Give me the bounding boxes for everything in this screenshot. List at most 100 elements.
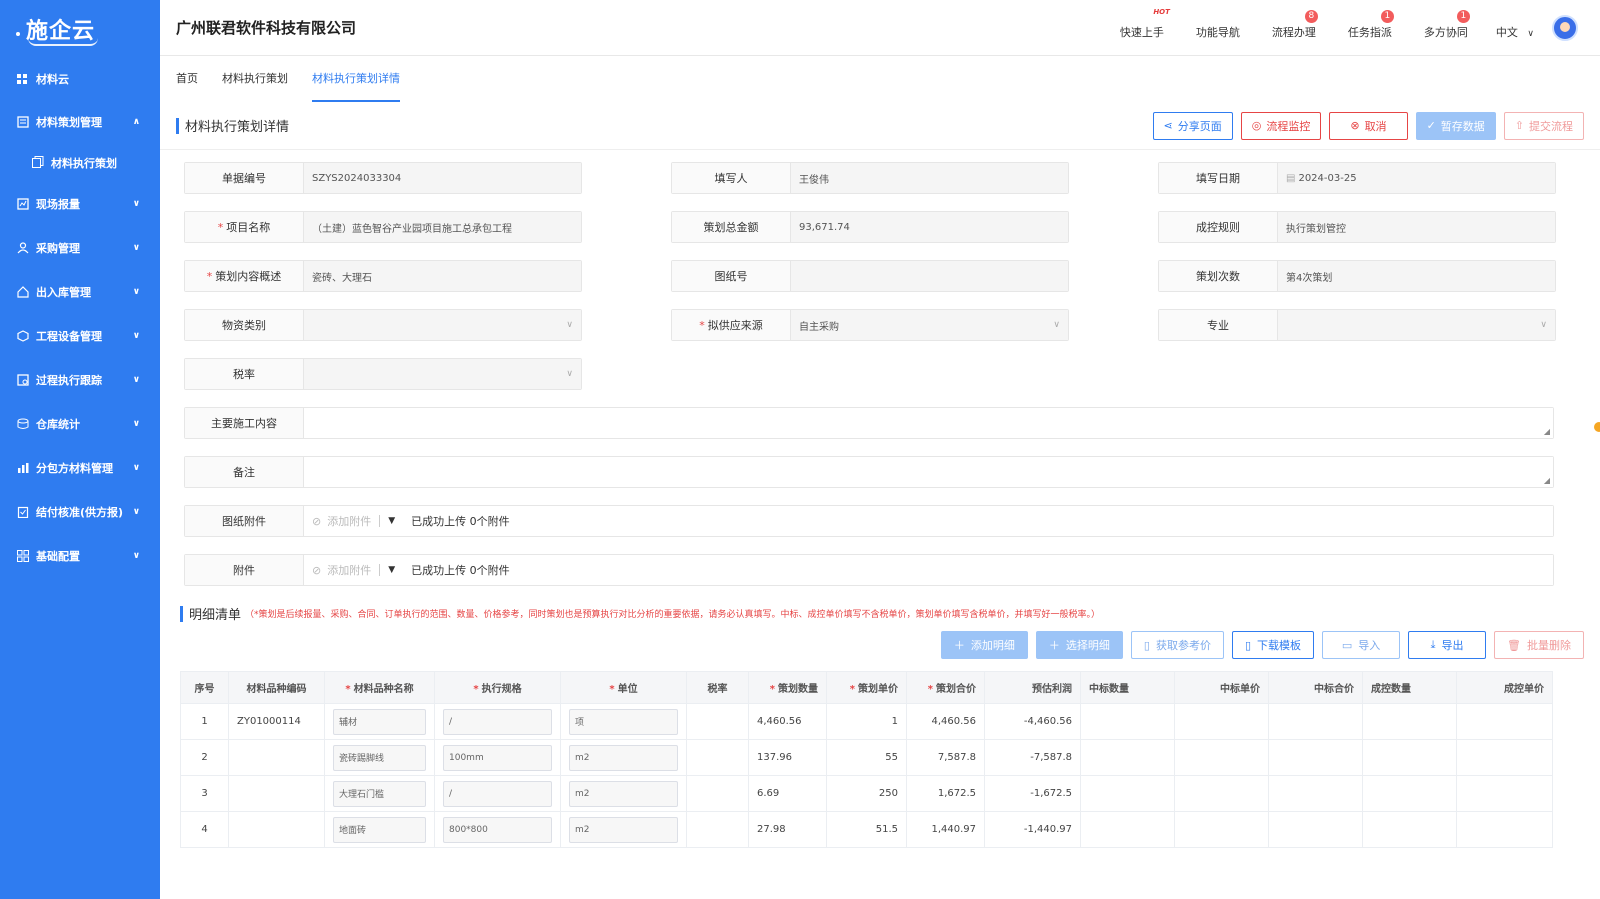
cancel-button[interactable]: ⊗ 取消: [1329, 111, 1408, 140]
drawing-no-input[interactable]: [791, 261, 1068, 291]
process-link[interactable]: 8 流程办理: [1272, 9, 1318, 40]
task-assign-label: 任务指派: [1347, 25, 1392, 39]
unit-input[interactable]: m2: [569, 744, 678, 771]
sidebar-item-plan-management[interactable]: 材料策划管理 ∧: [0, 100, 160, 144]
chart-icon: [16, 462, 29, 475]
table-row: 2 瓷砖踢脚线 100mm m2 137.96 55 7,587.8 -7,58…: [180, 739, 1553, 776]
sidebar-item-exec-plan[interactable]: 材料执行策划: [0, 144, 160, 182]
add-label: 添加明细: [970, 639, 1015, 652]
resize-grip-icon[interactable]: ◢: [1544, 427, 1550, 436]
sidebar-item-base-config[interactable]: 基础配置 ∨: [0, 534, 160, 578]
attach-button[interactable]: ⊘ 添加附件: [312, 513, 371, 529]
unit-input[interactable]: m2: [569, 816, 678, 843]
caret-down-icon[interactable]: ▼: [388, 516, 395, 526]
cell-price[interactable]: 51.5: [826, 811, 907, 848]
sidebar-item-purchase[interactable]: 采购管理 ∨: [0, 226, 160, 270]
cell-qty[interactable]: 27.98: [748, 811, 827, 848]
rule-value: 执行策划管控: [1278, 212, 1555, 242]
sidebar-item-equipment[interactable]: 工程设备管理 ∨: [0, 314, 160, 358]
cell-amount: 1,672.5: [906, 775, 985, 812]
spec-input[interactable]: /: [443, 708, 552, 735]
chevron-down-icon: ∨: [132, 507, 140, 517]
sidebar-item-warehouse-io[interactable]: 出入库管理 ∨: [0, 270, 160, 314]
tab-home[interactable]: 首页: [176, 56, 198, 102]
cell-qty[interactable]: 4,460.56: [748, 703, 827, 740]
main-content-textarea[interactable]: ◢: [304, 408, 1553, 438]
spec-input[interactable]: 800*800: [443, 816, 552, 843]
source-select[interactable]: 自主采购 ∨: [791, 310, 1068, 340]
tab-exec-plan[interactable]: 材料执行策划: [222, 56, 288, 102]
get-ref-price-button[interactable]: ▯ 获取参考价: [1130, 631, 1224, 659]
attach-button[interactable]: ⊘ 添加附件: [312, 562, 371, 578]
cell-cost-price: [1456, 811, 1553, 848]
quick-start-link[interactable]: HOT 快速上手: [1120, 8, 1170, 40]
field-label: 策划总金额: [672, 212, 791, 242]
flow-monitor-button[interactable]: ◎ 流程监控: [1240, 111, 1322, 140]
monitor-icon: ◎: [1251, 119, 1262, 132]
sidebar-item-settlement[interactable]: 结付核准(供方报) ∨: [0, 490, 160, 534]
resize-grip-icon[interactable]: ◢: [1544, 476, 1550, 485]
home-icon: [16, 286, 29, 299]
summary-input[interactable]: 瓷砖、大理石: [304, 261, 581, 291]
link-icon: ⊘: [312, 564, 322, 577]
name-input[interactable]: 大理石门槛: [333, 780, 426, 807]
float-indicator[interactable]: [1594, 422, 1600, 432]
caret-down-icon[interactable]: ▼: [388, 565, 395, 575]
field-label: 备注: [185, 457, 304, 487]
select-detail-button[interactable]: ＋ 选择明细: [1035, 631, 1123, 659]
col-header: 中标单价: [1174, 671, 1269, 704]
download-template-button[interactable]: ▯ 下载模板: [1231, 631, 1315, 659]
cell-qty[interactable]: 137.96: [748, 739, 827, 776]
cell-cost-qty: [1362, 811, 1457, 848]
share-page-button[interactable]: ⋖ 分享页面: [1152, 111, 1233, 140]
share-icon: ⋖: [1163, 119, 1173, 132]
date-input[interactable]: ▤ 2024-03-25: [1278, 163, 1555, 193]
sidebar-item-material-cloud[interactable]: 材料云: [0, 58, 160, 100]
sidebar-item-warehouse-stats[interactable]: 仓库统计 ∨: [0, 402, 160, 446]
col-header: 税率: [686, 671, 749, 704]
import-button[interactable]: ▭ 导入: [1322, 631, 1401, 659]
unit-input[interactable]: 项: [569, 708, 678, 735]
name-input[interactable]: 辅材: [333, 708, 426, 735]
cell-unit: m2: [560, 775, 687, 812]
cell-spec: 800*800: [434, 811, 561, 848]
cell-price[interactable]: 55: [826, 739, 907, 776]
submit-flow-button[interactable]: ⇧ 提交流程: [1503, 111, 1584, 140]
cell-bid-price: [1174, 703, 1269, 740]
unit-input[interactable]: m2: [569, 780, 678, 807]
spec-input[interactable]: 100mm: [443, 744, 552, 771]
function-nav-link[interactable]: 功能导航: [1196, 24, 1240, 40]
name-input[interactable]: 地面砖: [333, 816, 426, 843]
collaboration-link[interactable]: 1 多方协同: [1424, 9, 1470, 40]
cell-unit: m2: [560, 811, 687, 848]
sidebar-item-site-report[interactable]: 现场报量 ∨: [0, 182, 160, 226]
major-select[interactable]: ∨: [1278, 310, 1555, 340]
project-value[interactable]: （土建）蓝色智谷产业园项目施工总承包工程: [304, 212, 581, 242]
project-field: * 项目名称 （土建）蓝色智谷产业园项目施工总承包工程: [184, 211, 582, 243]
drawing-attach-field: 图纸附件 ⊘ 添加附件 ▼ 已成功上传 0个附件: [184, 505, 1554, 537]
name-input[interactable]: 瓷砖踢脚线: [333, 744, 426, 771]
remark-textarea[interactable]: ◢: [304, 457, 1553, 487]
tax-select[interactable]: ∨: [304, 359, 581, 389]
field-label: 图纸号: [672, 261, 791, 291]
sidebar-item-process-tracking[interactable]: 过程执行跟踪 ∨: [0, 358, 160, 402]
export-button[interactable]: ⤓ 导出: [1408, 631, 1487, 659]
cell-price[interactable]: 250: [826, 775, 907, 812]
language-select[interactable]: 中文 ∨: [1496, 24, 1534, 40]
cell-price[interactable]: 1: [826, 703, 907, 740]
sidebar-item-subcontract[interactable]: 分包方材料管理 ∨: [0, 446, 160, 490]
cell-qty[interactable]: 6.69: [748, 775, 827, 812]
category-select[interactable]: ∨: [304, 310, 581, 340]
sidebar: 施企云 材料云 材料策划管理 ∧ 材料执行策划 现场报量 ∨ 采购管理 ∨ 出入…: [0, 0, 160, 899]
task-assign-link[interactable]: 1 任务指派: [1347, 9, 1394, 40]
avatar[interactable]: [1552, 14, 1578, 41]
spec-input[interactable]: /: [443, 780, 552, 807]
batch-delete-button[interactable]: 🗑 批量删除: [1494, 631, 1584, 659]
field-label: 成控规则: [1159, 212, 1278, 242]
detail-table: 序号 材料品种编码 * 材料品种名称 * 执行规格 * 单位 税率 * 策划数量 * 策划…: [180, 671, 1553, 848]
sidebar-item-label: 现场报量: [36, 198, 80, 211]
add-detail-button[interactable]: ＋ 添加明细: [940, 631, 1028, 659]
cell-unit: 项: [560, 703, 687, 740]
tab-exec-plan-detail[interactable]: 材料执行策划详情: [312, 56, 400, 102]
save-draft-button[interactable]: ✓ 暂存数据: [1415, 111, 1496, 140]
